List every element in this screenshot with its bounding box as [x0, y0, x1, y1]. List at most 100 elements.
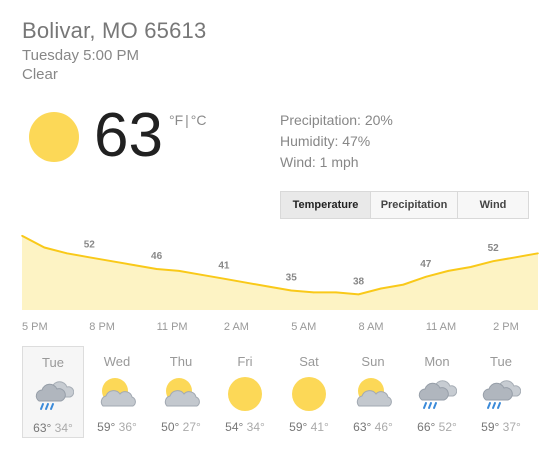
chart-data-label: 46	[151, 251, 163, 262]
time-tick-label: 8 PM	[89, 321, 115, 333]
wind-detail: Wind: 1 mph	[280, 154, 359, 170]
forecast-high: 50°	[161, 420, 180, 434]
forecast-high: 63°	[353, 420, 372, 434]
forecast-high: 63°	[33, 421, 52, 435]
forecast-low: 36°	[118, 420, 137, 434]
forecast-temps: 54° 34°	[214, 420, 276, 434]
chart-point	[88, 256, 91, 259]
chart-data-label: 52	[488, 243, 500, 254]
forecast-high: 66°	[417, 420, 436, 434]
forecast-temps: 59° 37°	[470, 420, 532, 434]
forecast-temps: 63° 46°	[342, 420, 404, 434]
tab-wind[interactable]: Wind	[458, 192, 528, 218]
rain-cloud-icon	[481, 376, 522, 412]
chart-point	[447, 270, 450, 272]
chart-point	[267, 285, 270, 288]
partly-cloudy-icon	[161, 376, 201, 412]
chart-area	[22, 235, 538, 310]
current-temperature: 63	[94, 101, 163, 170]
time-tick-label: 5 AM	[291, 321, 317, 333]
chart-point	[200, 274, 203, 276]
forecast-low: 46°	[374, 420, 393, 434]
chart-point	[469, 266, 472, 268]
forecast-low: 41°	[310, 420, 329, 434]
chart-data-label: 52	[84, 239, 96, 250]
time-tick-label: 11 AM	[425, 321, 457, 333]
forecast-day[interactable]: Wed 59° 36°	[86, 346, 148, 438]
forecast-day-name: Sun	[361, 354, 385, 369]
forecast-low: 27°	[182, 420, 201, 434]
time-tick-label: 8 AM	[358, 321, 384, 333]
chart-point	[425, 275, 427, 278]
chart-point	[110, 260, 113, 262]
forecast-low: 34°	[246, 420, 265, 434]
forecast-high: 54°	[225, 420, 244, 434]
partly-cloudy-icon	[353, 376, 393, 412]
forecast-day-name: Mon	[424, 354, 450, 369]
location-title: Bolivar, MO 65613	[22, 18, 207, 43]
rain-cloud-icon	[417, 376, 458, 412]
time-axis: 5 PM 8 PM 11 PM 2 AM 5 AM 8 AM 11 AM 2 PM	[0, 321, 554, 337]
forecast-day-name: Wed	[103, 354, 131, 369]
temperature-chart: 63 52 46 41 35 38 47 52	[21, 226, 539, 310]
forecast-day[interactable]: Mon 66° 52°	[406, 346, 468, 438]
chart-point	[335, 291, 337, 294]
forecast-low: 37°	[502, 420, 521, 434]
forecast-day-name: Sat	[299, 354, 319, 369]
forecast-high: 59°	[289, 420, 308, 434]
chart-point	[21, 234, 23, 237]
forecast-day[interactable]: Tue 63° 34°	[22, 346, 84, 438]
unit-celsius[interactable]: °C	[191, 112, 207, 128]
chart-data-label: 41	[218, 261, 230, 272]
time-tick-label: 2 PM	[493, 321, 519, 333]
chart-point	[43, 246, 46, 249]
forecast-high: 59°	[481, 420, 500, 434]
unit-fahrenheit[interactable]: °F	[169, 112, 183, 128]
forecast-day-name: Fri	[237, 354, 253, 369]
chart-point	[357, 293, 360, 296]
time-tick-label: 5 PM	[22, 321, 48, 333]
chart-point	[223, 277, 225, 280]
forecast-low: 52°	[438, 420, 457, 434]
chart-data-label: 47	[420, 259, 432, 270]
precipitation-detail: Precipitation: 20%	[280, 112, 393, 128]
time-tick-label: 2 AM	[223, 321, 249, 333]
forecast-temps: 59° 41°	[278, 420, 340, 434]
chart-point	[537, 252, 539, 255]
rain-cloud-icon	[34, 377, 75, 413]
forecast-day[interactable]: Sun 63° 46°	[342, 346, 404, 438]
humidity-detail: Humidity: 47%	[280, 133, 371, 149]
chart-point	[133, 264, 135, 266]
forecast-temps: 59° 36°	[86, 420, 148, 434]
chart-point	[178, 270, 180, 272]
sun-icon	[225, 376, 265, 412]
forecast-low: 34°	[54, 421, 73, 435]
tab-precipitation[interactable]: Precipitation	[371, 192, 458, 218]
chart-point	[380, 287, 382, 290]
partly-cloudy-icon	[97, 376, 137, 412]
forecast-temps: 66° 52°	[406, 420, 468, 434]
forecast-day[interactable]: Tue 59° 37°	[470, 346, 532, 438]
chart-point	[402, 283, 405, 286]
forecast-day[interactable]: Thu 50° 27°	[150, 346, 212, 438]
forecast-day[interactable]: Sat 59° 41°	[278, 346, 340, 438]
chart-point	[66, 252, 68, 255]
chart-data-label: 63	[21, 226, 33, 229]
condition-text: Clear	[22, 66, 58, 83]
forecast-day[interactable]: Fri 54° 34°	[214, 346, 276, 438]
tab-temperature[interactable]: Temperature	[281, 192, 371, 218]
chart-point	[492, 260, 494, 262]
chart-point	[290, 289, 293, 292]
chart-point	[514, 256, 517, 259]
weather-details: Precipitation: 20% Humidity: 47% Wind: 1…	[280, 110, 393, 173]
chart-tabs: Temperature Precipitation Wind	[280, 191, 529, 219]
forecast-day-name: Thu	[169, 354, 193, 369]
forecast-day-name: Tue	[490, 354, 512, 369]
date-time: Tuesday 5:00 PM	[22, 47, 140, 64]
forecast-high: 59°	[97, 420, 116, 434]
chart-point	[155, 268, 158, 270]
unit-separator: |	[185, 112, 189, 128]
chart-data-label: 35	[286, 272, 298, 283]
chart-point	[312, 291, 315, 294]
unit-toggle: °F | °C	[169, 112, 207, 128]
